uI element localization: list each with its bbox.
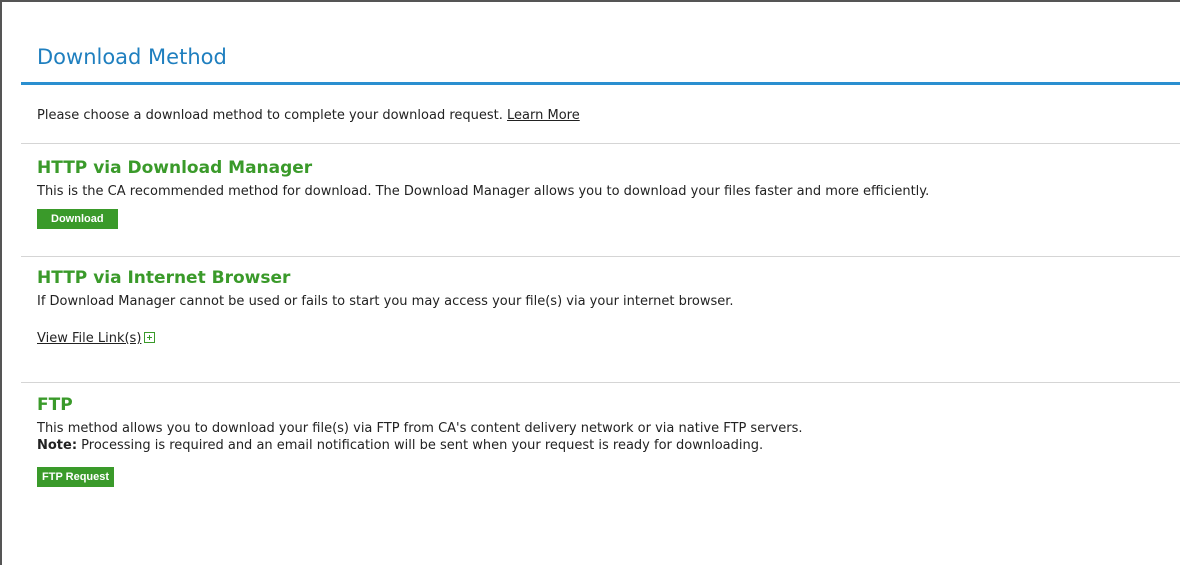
ftp-request-button[interactable]: FTP Request [37, 467, 115, 487]
download-method-panel: Download Method Please choose a download… [21, 4, 1180, 487]
section-description: This method allows you to download your … [37, 420, 1117, 454]
ftp-description: This method allows you to download your … [37, 421, 803, 436]
section-title: HTTP via Internet Browser [37, 268, 291, 288]
section-description: If Download Manager cannot be used or fa… [37, 294, 734, 309]
expand-plus-icon[interactable] [144, 332, 156, 343]
section-internet-browser: HTTP via Internet Browser If Download Ma… [21, 256, 1180, 382]
section-title: HTTP via Download Manager [37, 158, 313, 178]
note-label: Note: [37, 438, 78, 453]
section-download-manager: HTTP via Download Manager This is the CA… [21, 143, 1180, 256]
section-description: This is the CA recommended method for do… [37, 184, 930, 199]
panel-title: Download Method [37, 45, 227, 69]
download-button[interactable]: Download [37, 209, 118, 229]
view-file-links-link[interactable]: View File Link(s) [37, 331, 141, 346]
view-file-links-row: View File Link(s) [37, 330, 1180, 347]
title-divider [21, 82, 1180, 85]
intro-label: Please choose a download method to compl… [37, 108, 503, 123]
window-frame: Download Method Please choose a download… [0, 0, 1180, 565]
intro-text: Please choose a download method to compl… [21, 106, 1180, 126]
note-text: Processing is required and an email noti… [77, 438, 764, 453]
section-title: FTP [37, 395, 73, 415]
learn-more-link[interactable]: Learn More [507, 108, 580, 123]
section-ftp: FTP This method allows you to download y… [21, 382, 1180, 487]
